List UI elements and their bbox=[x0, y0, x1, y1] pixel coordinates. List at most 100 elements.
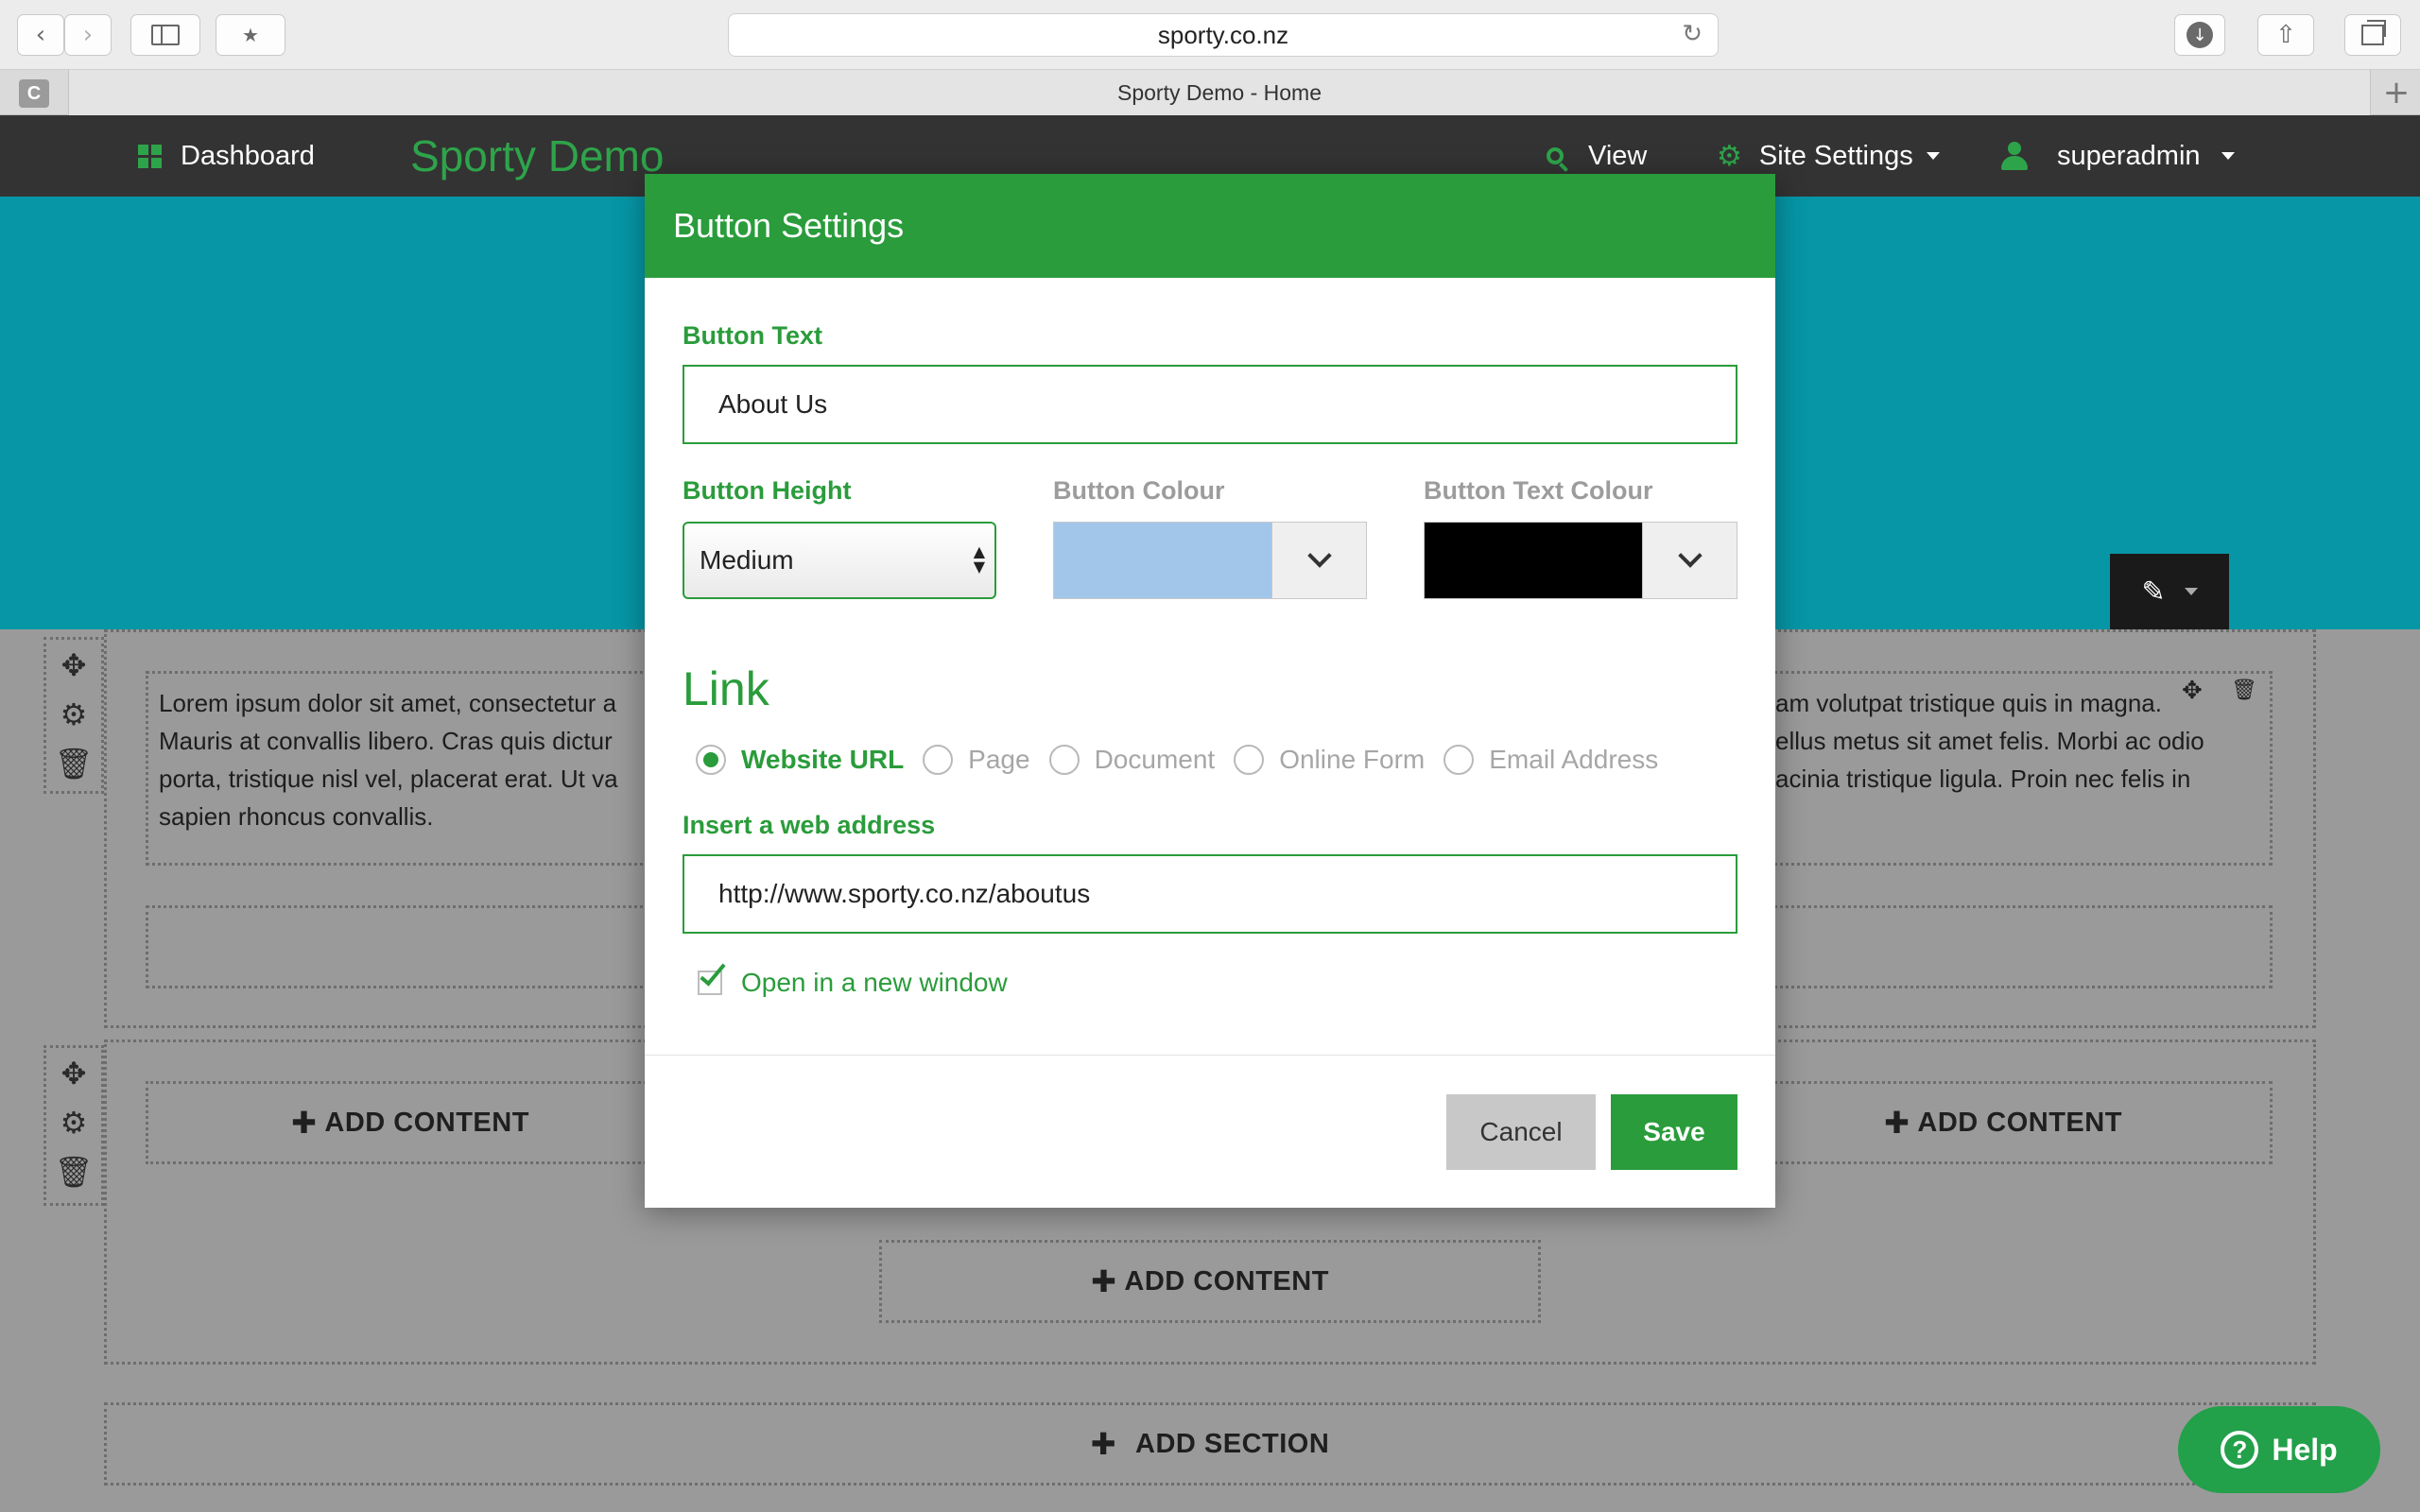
search-icon bbox=[1547, 147, 1568, 172]
button-height-label: Button Height bbox=[683, 476, 852, 505]
move-icon[interactable]: ✥ bbox=[2182, 677, 2203, 705]
lorem-text-right: am volutpat tristique quis in magna. ell… bbox=[1775, 689, 2204, 793]
chevron-down-icon bbox=[1677, 543, 1703, 568]
save-button[interactable]: Save bbox=[1611, 1094, 1737, 1170]
tab-bar: C Sporty Demo - Home + bbox=[0, 70, 2420, 115]
new-window-checkbox[interactable]: Open in a new window bbox=[698, 958, 1008, 998]
move-icon[interactable]: ✥ bbox=[61, 1056, 87, 1091]
url-text: sporty.co.nz bbox=[1157, 20, 1289, 49]
lorem-text-left: Lorem ipsum dolor sit amet, consectetur … bbox=[159, 689, 618, 831]
tab-overview-button[interactable] bbox=[2344, 14, 2401, 56]
add-content-button[interactable]: ✚ ADD CONTENT bbox=[879, 1240, 1541, 1323]
radio-label: Page bbox=[968, 745, 1030, 774]
button-text-colour-swatch bbox=[1425, 523, 1642, 598]
dashboard-link[interactable]: Dashboard bbox=[138, 115, 315, 197]
radio-label: Document bbox=[1094, 745, 1216, 774]
button-height-select[interactable]: Medium ▲ ▼ bbox=[683, 522, 996, 599]
radio-circle bbox=[696, 745, 726, 775]
share-icon: ⇧ bbox=[2275, 21, 2296, 49]
help-button[interactable]: ? Help bbox=[2178, 1406, 2380, 1493]
checkmark-icon bbox=[700, 958, 726, 987]
link-type-radio-group: Website URL Page Document Online Form Em… bbox=[696, 739, 1677, 781]
link-heading: Link bbox=[683, 662, 769, 715]
button-text-label: Button Text bbox=[683, 321, 822, 350]
section-tools: ✥ ⚙ 🗑 bbox=[43, 1045, 104, 1206]
trash-icon[interactable]: 🗑 bbox=[2231, 679, 2257, 702]
cancel-button[interactable]: Cancel bbox=[1446, 1094, 1596, 1170]
select-arrows-icon: ▲ ▼ bbox=[973, 542, 985, 576]
gear-icon[interactable]: ⚙ bbox=[60, 696, 88, 732]
gear-icon[interactable]: ⚙ bbox=[60, 1105, 88, 1141]
plus-icon: ✚ bbox=[1091, 1263, 1117, 1299]
radio-label: Online Form bbox=[1279, 745, 1426, 774]
plus-icon: ✚ bbox=[291, 1105, 318, 1141]
button-text-input[interactable]: About Us bbox=[683, 365, 1737, 444]
caret-down-icon bbox=[2184, 588, 2198, 595]
caret-down-icon bbox=[2221, 152, 2235, 160]
user-label: superadmin bbox=[2057, 140, 2201, 171]
add-content-label: ADD CONTENT bbox=[1124, 1265, 1329, 1297]
address-bar[interactable]: sporty.co.nz ↻ bbox=[728, 13, 1719, 57]
radio-email-address[interactable]: Email Address bbox=[1443, 745, 1658, 775]
plus-icon: ✚ bbox=[1090, 1426, 1116, 1462]
button-text-colour-picker[interactable] bbox=[1424, 522, 1737, 599]
tab-active[interactable]: Sporty Demo - Home bbox=[68, 70, 2371, 115]
button-colour-dropdown[interactable] bbox=[1271, 523, 1366, 598]
button-text-colour-dropdown[interactable] bbox=[1642, 523, 1737, 598]
trash-icon[interactable]: 🗑 bbox=[55, 1154, 94, 1190]
radio-label: Website URL bbox=[741, 745, 905, 774]
button-settings-modal: Button Settings Button Text About Us But… bbox=[645, 174, 1775, 1208]
view-label: View bbox=[1588, 140, 1648, 171]
button-colour-label: Button Colour bbox=[1053, 476, 1225, 505]
help-label: Help bbox=[2272, 1432, 2338, 1467]
site-settings-label: Site Settings bbox=[1758, 140, 1913, 171]
download-icon: ↓ bbox=[2187, 22, 2213, 48]
radio-document[interactable]: Document bbox=[1048, 745, 1216, 775]
add-content-button[interactable]: ✚ ADD CONTENT bbox=[1734, 1081, 2273, 1164]
sidebar-icon bbox=[151, 25, 180, 45]
button-colour-picker[interactable] bbox=[1053, 522, 1367, 599]
button-text-colour-label: Button Text Colour bbox=[1424, 476, 1653, 505]
tab-title: Sporty Demo - Home bbox=[1116, 79, 1322, 105]
radio-online-form[interactable]: Online Form bbox=[1234, 745, 1425, 775]
hero-edit-button[interactable]: ✎ bbox=[2110, 554, 2229, 629]
add-content-label: ADD CONTENT bbox=[1917, 1107, 2122, 1138]
button-height-value: Medium bbox=[700, 545, 794, 575]
forward-button[interactable]: › bbox=[64, 14, 112, 56]
dashboard-label: Dashboard bbox=[181, 140, 315, 171]
radio-page[interactable]: Page bbox=[923, 745, 1030, 775]
modal-header: Button Settings bbox=[645, 174, 1775, 278]
browser-toolbar: ‹ › ★ sporty.co.nz ↻ ↓ ⇧ bbox=[0, 0, 2420, 70]
radio-label: Email Address bbox=[1489, 745, 1659, 774]
question-icon: ? bbox=[2221, 1431, 2259, 1469]
button-text-value: About Us bbox=[718, 389, 828, 419]
add-section-button[interactable]: ✚ ADD SECTION bbox=[104, 1402, 2316, 1486]
reload-icon[interactable]: ↻ bbox=[1682, 20, 1703, 48]
radio-circle bbox=[1443, 745, 1475, 775]
tab-favicon[interactable]: C bbox=[19, 79, 49, 108]
trash-icon[interactable]: 🗑 bbox=[55, 746, 94, 782]
move-icon[interactable]: ✥ bbox=[61, 647, 87, 683]
user-icon bbox=[2000, 142, 2029, 170]
new-tab-button[interactable]: + bbox=[2373, 70, 2420, 115]
section-tools: ✥ ⚙ 🗑 bbox=[43, 637, 104, 794]
caret-down-icon bbox=[1926, 152, 1940, 160]
dashboard-icon bbox=[138, 144, 162, 168]
star-icon: ★ bbox=[242, 24, 259, 46]
add-content-label: ADD CONTENT bbox=[324, 1107, 529, 1138]
modal-footer-divider bbox=[645, 1055, 1775, 1056]
button-colour-swatch bbox=[1054, 523, 1271, 598]
radio-website-url[interactable]: Website URL bbox=[696, 745, 904, 775]
bookmarks-button[interactable]: ★ bbox=[216, 14, 285, 56]
sidebar-toggle-button[interactable] bbox=[130, 14, 200, 56]
pencil-icon: ✎ bbox=[2141, 575, 2166, 609]
share-button[interactable]: ⇧ bbox=[2257, 14, 2314, 56]
chevron-left-icon: ‹ bbox=[35, 21, 46, 49]
downloads-button[interactable]: ↓ bbox=[2174, 14, 2225, 56]
user-menu[interactable]: superadmin bbox=[2000, 115, 2235, 197]
add-content-button[interactable]: ✚ ADD CONTENT bbox=[146, 1081, 675, 1164]
web-address-input[interactable]: http://www.sporty.co.nz/aboutus bbox=[683, 854, 1737, 934]
radio-circle bbox=[1234, 745, 1265, 775]
back-button[interactable]: ‹ bbox=[17, 14, 64, 56]
site-brand[interactable]: Sporty Demo bbox=[410, 115, 664, 197]
